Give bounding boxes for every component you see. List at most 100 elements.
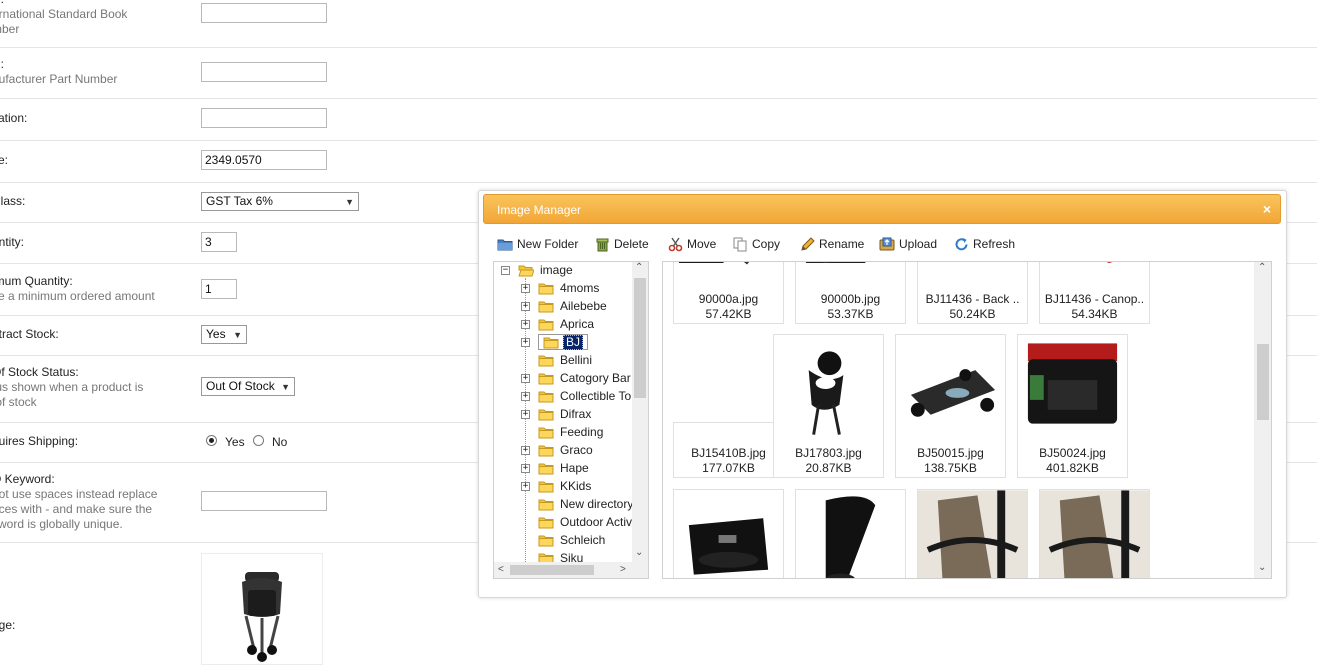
file-item[interactable]: BJ50015.jpg138.75KB bbox=[895, 334, 1006, 478]
collapse-icon[interactable]: − bbox=[501, 266, 510, 275]
expand-icon[interactable]: + bbox=[521, 464, 530, 473]
upload-button[interactable]: Upload bbox=[879, 235, 937, 253]
expand-icon[interactable]: + bbox=[521, 284, 530, 293]
tree-folder-aprica[interactable]: Aprica bbox=[538, 316, 596, 332]
stroller-image bbox=[202, 554, 322, 664]
move-button[interactable]: Move bbox=[668, 235, 716, 253]
tree-folder-new-directory[interactable]: New directory bbox=[538, 496, 632, 512]
expand-icon[interactable]: + bbox=[521, 392, 530, 401]
shipping-yes-label[interactable]: Yes bbox=[225, 435, 245, 449]
tree-folder-label: New directory bbox=[558, 497, 632, 511]
tax-class-select[interactable]: GST Tax 6% ▼ bbox=[201, 192, 359, 211]
new-folder-button[interactable]: New Folder bbox=[497, 235, 578, 253]
file-item[interactable]: BJ15410B.jpg177.07KB bbox=[673, 422, 784, 478]
tree-folder-ailebebe[interactable]: Ailebebe bbox=[538, 298, 609, 314]
subtract-select[interactable]: Yes ▼ bbox=[201, 325, 247, 344]
tree-folder-kkids[interactable]: KKids bbox=[538, 478, 593, 494]
folder-icon bbox=[538, 390, 554, 403]
tree-folder-graco[interactable]: Graco bbox=[538, 442, 595, 458]
file-item[interactable] bbox=[795, 489, 906, 578]
tree-folder-bj[interactable]: BJ bbox=[538, 334, 588, 350]
price-input[interactable] bbox=[201, 150, 327, 170]
shipping-no-radio[interactable] bbox=[253, 435, 264, 446]
expand-icon[interactable]: + bbox=[521, 374, 530, 383]
scroll-up-icon[interactable]: ⌃ bbox=[635, 262, 643, 273]
refresh-button[interactable]: Refresh bbox=[954, 235, 1015, 253]
folder-icon bbox=[538, 426, 554, 439]
shipping-yes-radio[interactable] bbox=[206, 435, 217, 446]
isbn-input[interactable] bbox=[201, 3, 327, 23]
subtract-label: otract Stock: bbox=[0, 327, 182, 342]
file-name: BJ15410B.jpg bbox=[674, 446, 783, 460]
location-input[interactable] bbox=[201, 108, 327, 128]
tree-folder-4moms[interactable]: 4moms bbox=[538, 280, 601, 296]
file-item[interactable] bbox=[673, 489, 784, 578]
tree-hscroll-thumb[interactable] bbox=[510, 565, 594, 575]
scroll-left-icon[interactable]: < bbox=[498, 564, 504, 575]
close-icon[interactable]: × bbox=[1263, 202, 1271, 216]
stock-status-select[interactable]: Out Of Stock ▼ bbox=[201, 377, 295, 396]
folder-icon bbox=[538, 462, 554, 475]
tree-folder-siku[interactable]: Siku bbox=[538, 550, 585, 562]
file-grid-panel[interactable]: 90000a.jpg57.42KB90000b.jpg53.37KBBJ1143… bbox=[662, 261, 1272, 579]
files-vertical-scrollbar[interactable]: ⌃ ⌄ bbox=[1254, 262, 1271, 578]
file-item[interactable]: BJ11436 - Canop..54.34KB bbox=[1039, 262, 1150, 324]
expand-icon[interactable]: + bbox=[521, 410, 530, 419]
tree-folder-collectible-to[interactable]: Collectible To bbox=[538, 388, 632, 404]
file-thumbnail bbox=[1040, 490, 1149, 578]
expand-icon[interactable]: + bbox=[521, 446, 530, 455]
scroll-right-icon[interactable]: > bbox=[620, 564, 626, 575]
tree-folder-hape[interactable]: Hape bbox=[538, 460, 591, 476]
tree-folder-feeding[interactable]: Feeding bbox=[538, 424, 605, 440]
tree-folder-label: Difrax bbox=[558, 407, 593, 421]
tree-folder-bellini[interactable]: Bellini bbox=[538, 352, 594, 368]
scroll-down-icon[interactable]: ⌄ bbox=[635, 547, 643, 558]
files-scroll-thumb[interactable] bbox=[1257, 344, 1269, 420]
mpn-input[interactable] bbox=[201, 62, 327, 82]
seo-keyword-input[interactable] bbox=[201, 491, 327, 511]
tree-root-label: image bbox=[538, 263, 575, 277]
tree-scroll-thumb[interactable] bbox=[634, 278, 646, 398]
file-item[interactable]: 90000b.jpg53.37KB bbox=[795, 262, 906, 324]
tree-folder-difrax[interactable]: Difrax bbox=[538, 406, 593, 422]
tax-class-label: Class: bbox=[0, 194, 182, 209]
scroll-up-icon[interactable]: ⌃ bbox=[1258, 262, 1266, 273]
file-item[interactable]: BJ17803.jpg20.87KB bbox=[773, 334, 884, 478]
tree-horizontal-scrollbar[interactable]: < > bbox=[494, 562, 648, 578]
folder-tree-panel[interactable]: − image +4moms + Ailebebe + Aprica + BJ Bellini + C… bbox=[493, 261, 649, 579]
tree-folder-outdoor-activ[interactable]: Outdoor Activ bbox=[538, 514, 632, 530]
product-image-thumbnail[interactable] bbox=[201, 553, 323, 665]
upload-label: Upload bbox=[899, 237, 937, 251]
delete-button[interactable]: Delete bbox=[595, 235, 649, 253]
subtract-title: otract Stock: bbox=[0, 327, 182, 342]
chevron-down-icon: ▼ bbox=[233, 329, 242, 342]
file-item[interactable] bbox=[917, 489, 1028, 578]
file-item[interactable] bbox=[1039, 489, 1150, 578]
copy-label: Copy bbox=[752, 237, 780, 251]
folder-icon bbox=[497, 237, 513, 251]
tree-folder-label: Bellini bbox=[558, 353, 594, 367]
file-item[interactable]: BJ50024.jpg401.82KB bbox=[1017, 334, 1128, 478]
file-item[interactable]: BJ11436 - Back ..50.24KB bbox=[917, 262, 1028, 324]
minimum-input[interactable] bbox=[201, 279, 237, 299]
quantity-input[interactable] bbox=[201, 232, 237, 252]
expand-icon[interactable]: + bbox=[521, 302, 530, 311]
file-item[interactable]: 90000a.jpg57.42KB bbox=[673, 262, 784, 324]
rename-button[interactable]: Rename bbox=[800, 235, 864, 253]
tree-vertical-scrollbar[interactable]: ⌃ ⌄ bbox=[632, 262, 648, 562]
shipping-no-label[interactable]: No bbox=[272, 435, 287, 449]
tree-root-image[interactable]: image bbox=[518, 262, 575, 278]
expand-icon[interactable]: + bbox=[521, 482, 530, 491]
folder-icon bbox=[538, 354, 554, 367]
copy-button[interactable]: Copy bbox=[733, 235, 780, 253]
dialog-title-bar[interactable]: Image Manager × bbox=[483, 194, 1281, 224]
product-photo bbox=[674, 262, 783, 283]
form-row-isbn: N: ernational Standard Book mber bbox=[0, 0, 1317, 48]
scroll-down-icon[interactable]: ⌄ bbox=[1258, 562, 1266, 573]
expand-icon[interactable]: + bbox=[521, 320, 530, 329]
expand-icon[interactable]: + bbox=[521, 338, 530, 347]
folder-icon bbox=[538, 498, 554, 511]
file-size: 57.42KB bbox=[674, 307, 783, 321]
tree-folder-catogory-bar[interactable]: Catogory Bar bbox=[538, 370, 632, 386]
tree-folder-schleich[interactable]: Schleich bbox=[538, 532, 607, 548]
